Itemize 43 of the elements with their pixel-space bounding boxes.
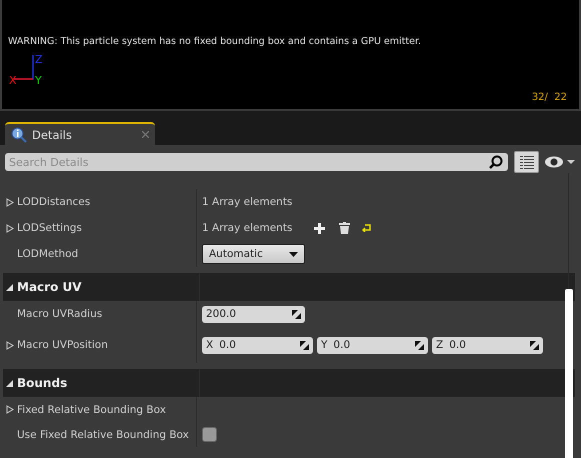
expanded-arrow-icon[interactable] [6,378,14,388]
close-icon[interactable] [142,131,149,138]
drag-handle-icon[interactable] [530,340,539,350]
drag-handle-icon[interactable] [292,310,301,318]
dropdown[interactable]: Automatic [202,244,305,264]
number-field[interactable]: 200.0 [202,306,305,322]
eye-icon[interactable] [545,155,575,169]
number-field[interactable]: X 0.0 [202,336,313,354]
number-field[interactable]: Y 0.0 [317,336,428,354]
view-options-button[interactable] [514,151,539,173]
add-icon[interactable] [314,222,326,234]
property-label: Macro UVPosition [17,339,108,351]
magnifier-info-icon [11,126,27,142]
collapsed-arrow-icon[interactable] [6,224,14,232]
drag-handle-icon[interactable] [300,340,309,350]
property-label: LODSettings [17,222,82,234]
details-tab[interactable]: Details [5,122,155,145]
delete-icon[interactable] [339,222,350,234]
warning-text: WARNING: This particle system has no fixed bounding box and contains a GPU emitter. [8,36,422,47]
axis-gizmo-drawing: Z X Y [8,53,48,87]
collapsed-arrow-icon[interactable] [6,340,14,350]
expanded-arrow-icon[interactable] [6,282,14,292]
reset-icon[interactable] [362,224,372,232]
collapsed-arrow-icon[interactable] [6,405,14,414]
category-header: Bounds [17,376,68,390]
array-count: 1 Array elements [202,196,292,208]
caret-icon [289,252,298,256]
search-icon [489,155,503,169]
list-icon [520,156,534,168]
scrollbar-thumb[interactable] [565,289,573,458]
category-header: Macro UV [17,280,82,294]
property-label: LODMethod [17,248,78,260]
property-label: Use Fixed Relative Bounding Box [17,428,189,440]
checkbox[interactable] [202,427,217,442]
search-field[interactable]: Search Details [5,153,508,171]
number-field[interactable]: Z 0.0 [432,336,543,354]
collapsed-arrow-icon[interactable] [6,198,14,206]
property-label: LODDistances [17,196,90,208]
property-label: Fixed Relative Bounding Box [17,404,166,416]
property-label: Macro UVRadius [17,308,102,320]
count-text: 32/ 22 [532,92,567,103]
drag-handle-icon[interactable] [415,340,424,350]
array-count: 1 Array elements [202,222,292,234]
